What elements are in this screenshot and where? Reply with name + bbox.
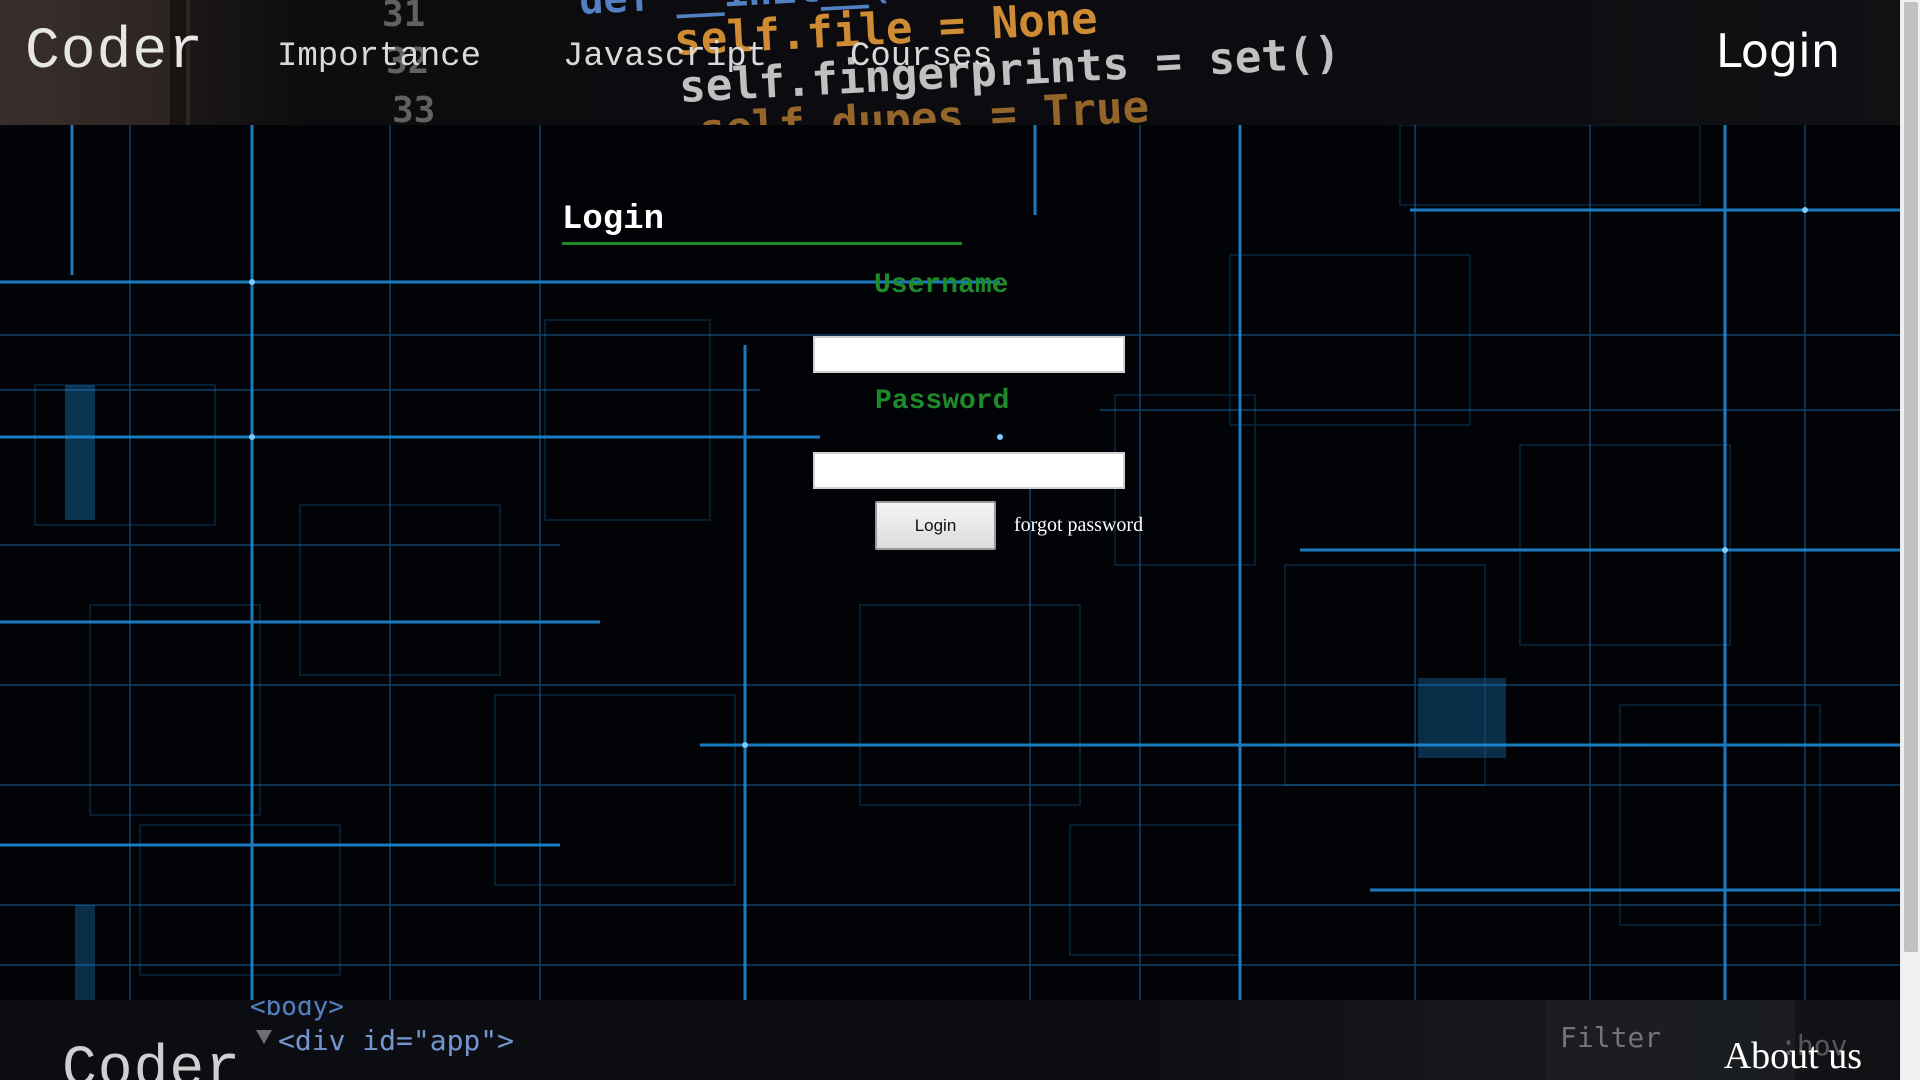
nav-importance-link[interactable]: Importance	[277, 38, 481, 76]
code-line-number: 31	[382, 0, 425, 35]
circuit-background	[0, 125, 1900, 1000]
login-heading-underline	[562, 242, 962, 245]
site-footer: <body> <div id="app"> Filter :hov Coder …	[0, 1000, 1900, 1080]
login-heading: Login	[562, 201, 665, 239]
password-input[interactable]	[813, 452, 1125, 489]
footer-brand-logo[interactable]: Coder	[62, 1038, 241, 1080]
scrollbar-thumb[interactable]	[1904, 2, 1918, 952]
username-label: Username	[874, 270, 1009, 301]
login-section: Login Username Password Login forgot pas…	[0, 125, 1900, 1000]
code-line-number: 33	[392, 90, 435, 125]
forgot-password-link[interactable]: forgot password	[1014, 514, 1143, 537]
site-header: 31 32 33 def __init__(self, path=None se…	[0, 0, 1900, 125]
about-us-link[interactable]: About us	[1724, 1034, 1862, 1078]
nav-javascript-link[interactable]: Javascript	[563, 38, 767, 76]
brand-logo[interactable]: Coder	[25, 20, 204, 85]
footer-code-background: <body> <div id="app"> Filter :hov	[250, 1000, 1847, 1080]
password-label: Password	[875, 386, 1010, 417]
code-line: <body>	[250, 1000, 344, 1022]
nav-courses-link[interactable]: Courses	[850, 38, 993, 76]
code-line: Filter	[1560, 1021, 1661, 1054]
username-input[interactable]	[813, 336, 1125, 373]
page-scrollbar[interactable]	[1900, 0, 1920, 1080]
code-line: <div id="app">	[278, 1024, 514, 1057]
header-login-link[interactable]: Login	[1716, 24, 1840, 78]
login-submit-button[interactable]: Login	[875, 501, 996, 550]
